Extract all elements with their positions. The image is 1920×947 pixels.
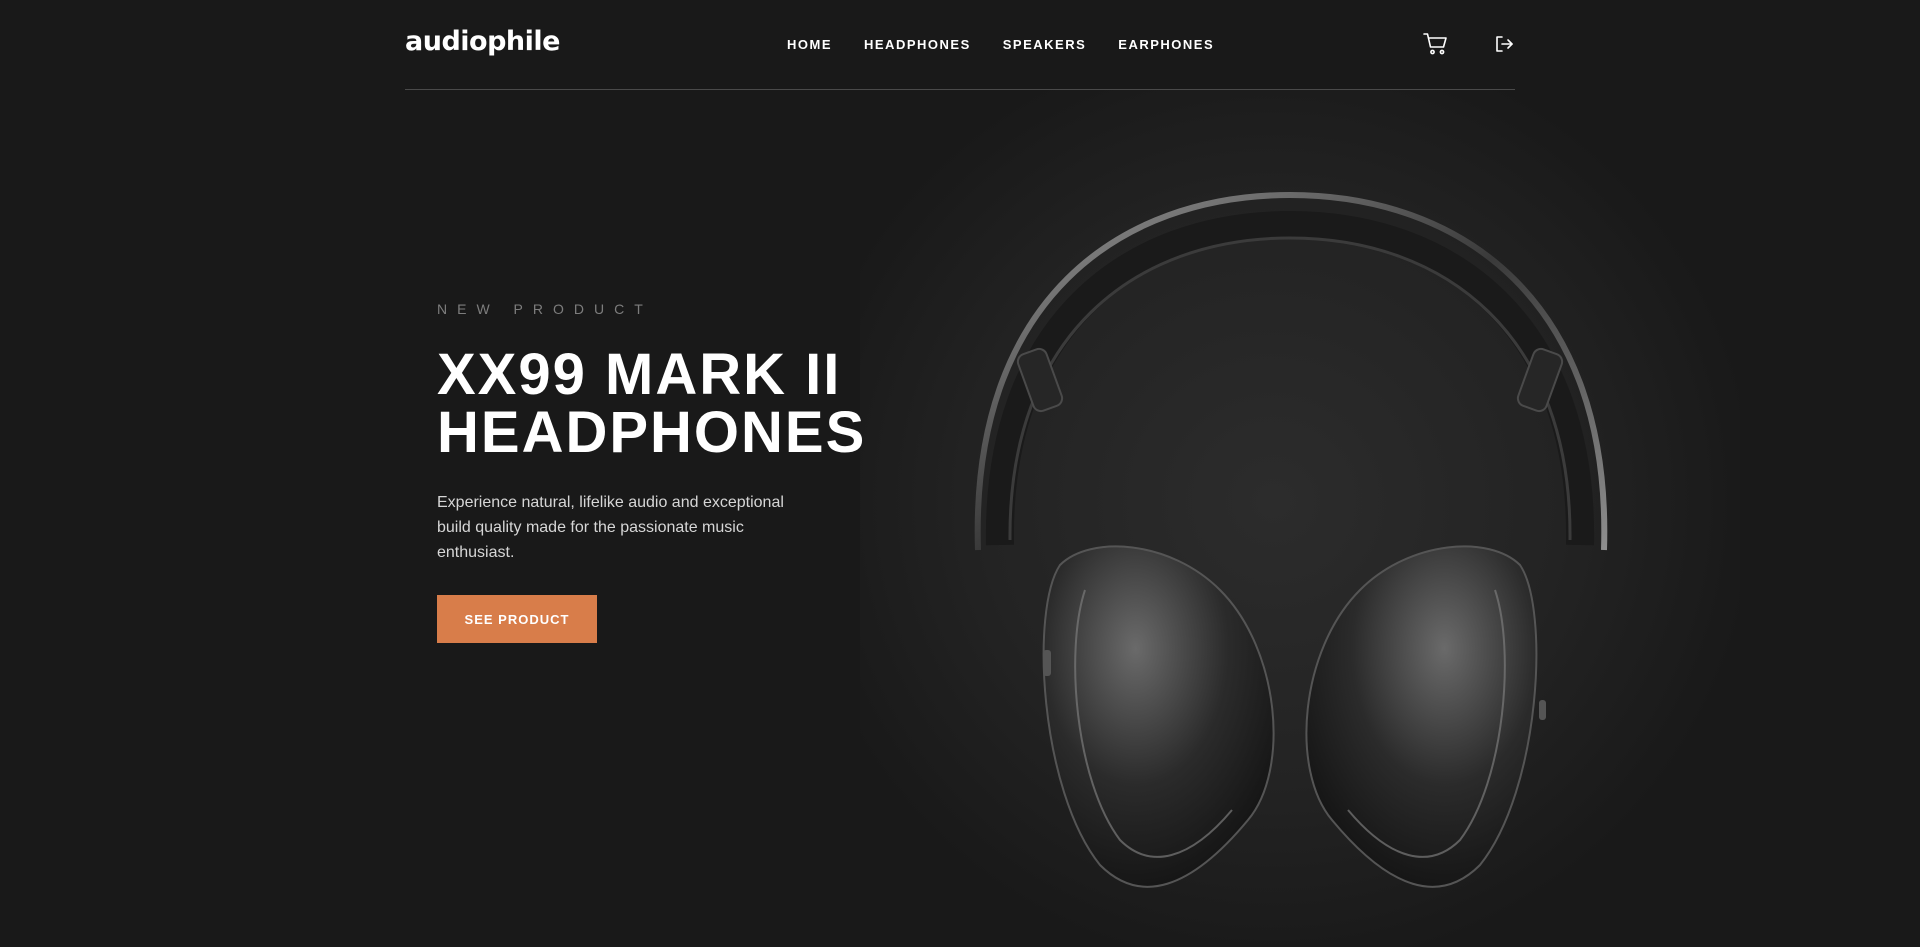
hero-headphones-image [860,90,1740,947]
see-product-button[interactable]: SEE PRODUCT [437,595,597,643]
hero-content: NEW PRODUCT XX99 MARK II HEADPHONES Expe… [437,300,877,643]
nav-link-home[interactable]: HOME [787,36,832,53]
site-header: audiophile HOME HEADPHONES SPEAKERS EARP… [405,0,1515,90]
nav-link-earphones[interactable]: EARPHONES [1118,36,1214,53]
logout-icon[interactable] [1494,34,1514,54]
cart-icon[interactable] [1423,32,1449,56]
main-nav: HOME HEADPHONES SPEAKERS EARPHONES [787,36,1214,53]
logo[interactable]: audiophile [405,26,560,58]
hero-overline: NEW PRODUCT [437,301,653,317]
nav-link-headphones[interactable]: HEADPHONES [864,36,971,53]
hero-title: XX99 MARK II HEADPHONES [437,346,877,462]
hero-title-line-2: HEADPHONES [437,400,867,465]
nav-link-speakers[interactable]: SPEAKERS [1003,36,1087,53]
hero-title-line-1: XX99 MARK II [437,342,842,407]
page: audiophile HOME HEADPHONES SPEAKERS EARP… [0,0,1920,947]
hero-description: Experience natural, lifelike audio and e… [437,494,784,561]
